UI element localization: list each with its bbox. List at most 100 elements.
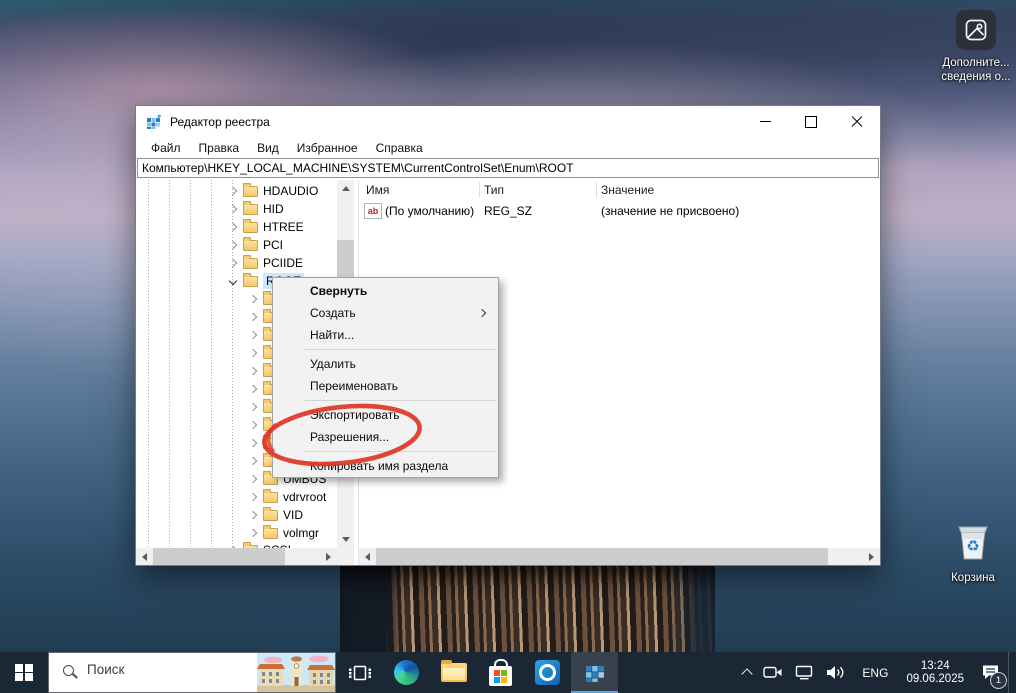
maximize-button[interactable] [788, 106, 834, 137]
search-highlight-illustration[interactable] [257, 653, 335, 692]
menu-item-copy-key-name[interactable]: Копировать имя раздела [273, 455, 498, 477]
desktop-icon-recycle-bin[interactable]: ♻ Корзина [927, 520, 1016, 585]
tree-item-vdrvroot[interactable]: vdrvroot [136, 488, 354, 506]
chevron-right-icon[interactable] [249, 385, 257, 393]
chevron-right-icon[interactable] [229, 223, 237, 231]
microsoft-store-button[interactable] [477, 652, 524, 693]
scroll-up-arrow[interactable] [337, 180, 354, 197]
chevron-right-icon[interactable] [249, 457, 257, 465]
tree-item-vid[interactable]: VID [136, 506, 354, 524]
chevron-right-icon[interactable] [249, 331, 257, 339]
folder-icon [243, 186, 258, 197]
menu-item-permissions[interactable]: Разрешения... [273, 426, 498, 448]
chevron-right-icon[interactable] [249, 313, 257, 321]
edge-button[interactable] [383, 652, 430, 693]
show-desktop-button[interactable] [1008, 652, 1016, 693]
tree-item-hdaudio[interactable]: HDAUDIO [136, 182, 354, 200]
regedit-window: Редактор реестра Файл Правка Вид Избранн… [135, 105, 881, 566]
tray-clock[interactable]: 13:24 09.06.2025 [898, 652, 972, 693]
menu-favorites[interactable]: Избранное [288, 139, 367, 157]
context-menu: Свернуть Создать Найти... Удалить Переим… [272, 277, 499, 478]
close-button[interactable] [834, 106, 880, 137]
menu-item-rename[interactable]: Переименовать [273, 375, 498, 397]
chevron-right-icon[interactable] [229, 205, 237, 213]
folder-icon [243, 204, 258, 215]
tree-item-htree[interactable]: HTREE [136, 218, 354, 236]
chevron-up-icon [742, 668, 753, 679]
windows-logo-icon [15, 664, 33, 682]
scroll-left-arrow[interactable] [359, 548, 376, 565]
chevron-right-icon[interactable] [249, 403, 257, 411]
menu-edit[interactable]: Правка [190, 139, 249, 157]
chevron-right-icon[interactable] [249, 493, 257, 501]
chevron-right-icon[interactable] [249, 421, 257, 429]
action-center-button[interactable]: 1 [972, 652, 1008, 693]
meet-now-button[interactable] [757, 652, 789, 693]
chevron-right-icon[interactable] [249, 439, 257, 447]
taskbar-search-box[interactable] [48, 652, 336, 693]
scrollbar-thumb[interactable] [376, 548, 828, 565]
folder-icon [243, 258, 258, 269]
maximize-icon [805, 116, 817, 128]
outlook-button[interactable] [524, 652, 571, 693]
tree-item-volmgr[interactable]: volmgr [136, 524, 354, 542]
folder-icon [263, 510, 278, 521]
close-icon [851, 116, 863, 128]
scroll-left-arrow[interactable] [136, 548, 153, 565]
chevron-right-icon[interactable] [229, 187, 237, 195]
value-type: REG_SZ [484, 204, 532, 218]
start-button[interactable] [0, 652, 48, 693]
tree-item-pciide[interactable]: PCIIDE [136, 254, 354, 272]
wallpaper-dock-photo [340, 566, 715, 652]
edge-icon [394, 660, 419, 685]
menu-item-collapse[interactable]: Свернуть [273, 280, 498, 302]
regedit-taskbar-button[interactable] [571, 652, 618, 693]
chevron-right-icon[interactable] [229, 241, 237, 249]
chevron-right-icon[interactable] [249, 367, 257, 375]
menu-help[interactable]: Справка [367, 139, 432, 157]
tray-expand-button[interactable] [737, 652, 757, 693]
tree-horizontal-scrollbar[interactable] [136, 548, 337, 565]
scroll-right-arrow[interactable] [320, 548, 337, 565]
recycle-glyph: ♻ [966, 538, 979, 555]
column-header-value[interactable]: Значение [601, 183, 654, 197]
chevron-right-icon[interactable] [249, 475, 257, 483]
task-view-button[interactable] [336, 652, 383, 693]
tree-item-pci[interactable]: PCI [136, 236, 354, 254]
value-row-default[interactable]: ab (По умолчанию) REG_SZ (значение не пр… [359, 203, 880, 220]
chevron-right-icon[interactable] [249, 349, 257, 357]
menu-file[interactable]: Файл [142, 139, 190, 157]
chevron-right-icon[interactable] [229, 259, 237, 267]
tray-date: 09.06.2025 [906, 673, 964, 686]
network-button[interactable] [789, 652, 820, 693]
list-header: Имя Тип Значение [359, 180, 880, 200]
chevron-right-icon[interactable] [249, 511, 257, 519]
language-indicator[interactable]: ENG [852, 652, 898, 693]
chevron-down-icon[interactable] [229, 277, 237, 285]
search-input[interactable] [85, 661, 249, 678]
image-icon [956, 10, 996, 50]
address-input[interactable] [138, 160, 878, 176]
chevron-right-icon[interactable] [249, 529, 257, 537]
volume-button[interactable] [820, 652, 852, 693]
window-body: HDAUDIO HID HTREE PCI PCIIDE ROOT UMBUS … [136, 180, 880, 565]
menu-item-new[interactable]: Создать [273, 302, 498, 324]
tree-item-hid[interactable]: HID [136, 200, 354, 218]
column-header-type[interactable]: Тип [484, 183, 504, 197]
menu-view[interactable]: Вид [248, 139, 288, 157]
minimize-button[interactable] [742, 106, 788, 137]
menu-item-export[interactable]: Экспортировать [273, 404, 498, 426]
scroll-down-arrow[interactable] [337, 531, 354, 548]
desktop-icon-info[interactable]: Дополните... сведения о... [930, 10, 1016, 84]
scrollbar-thumb[interactable] [153, 548, 285, 565]
column-header-name[interactable]: Имя [366, 183, 389, 197]
scroll-right-arrow[interactable] [863, 548, 880, 565]
system-tray: ENG 13:24 09.06.2025 1 [737, 652, 1016, 693]
file-explorer-button[interactable] [430, 652, 477, 693]
list-horizontal-scrollbar[interactable] [359, 548, 880, 565]
folder-icon [243, 222, 258, 233]
menu-item-find[interactable]: Найти... [273, 324, 498, 346]
menu-item-delete[interactable]: Удалить [273, 353, 498, 375]
folder-icon [263, 528, 278, 539]
chevron-right-icon[interactable] [249, 295, 257, 303]
